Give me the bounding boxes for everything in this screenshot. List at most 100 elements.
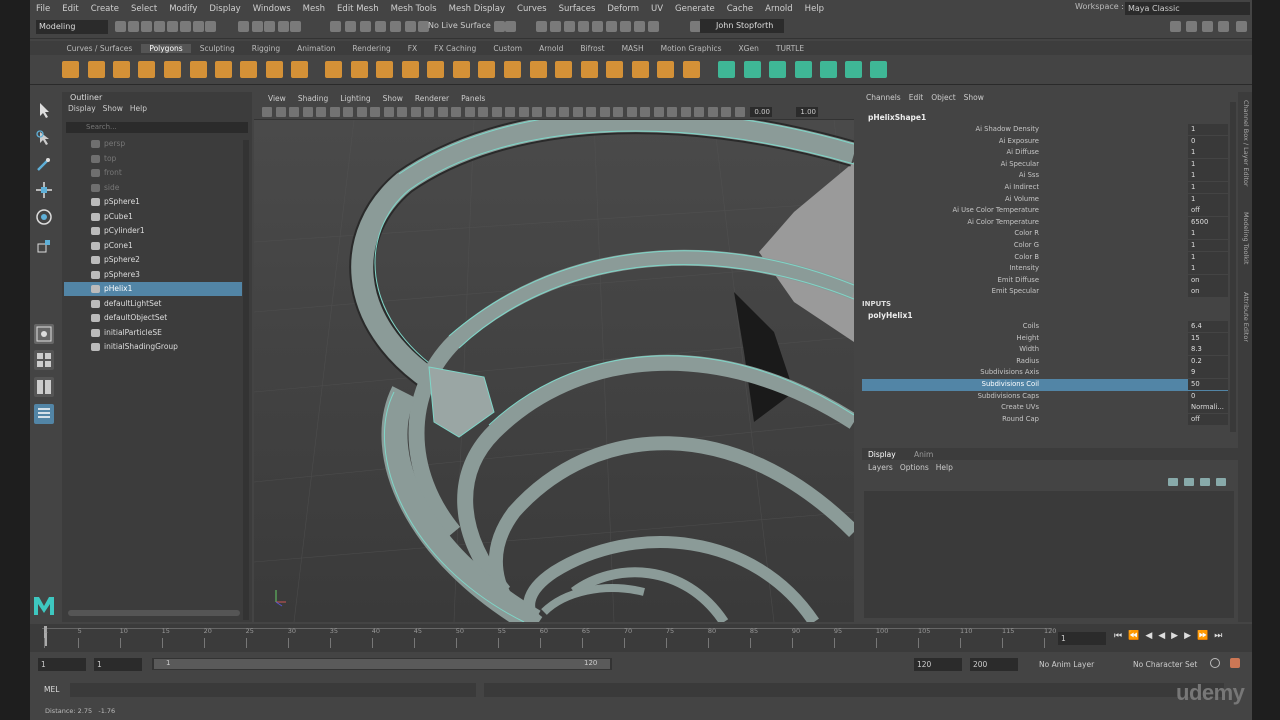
- viewport-tool-icon[interactable]: [302, 107, 313, 117]
- character-set-select[interactable]: No Character Set: [1133, 660, 1197, 669]
- status-tool-icon[interactable]: [154, 21, 165, 32]
- viewport-tool-icon[interactable]: [262, 107, 272, 117]
- channel-round-cap[interactable]: Round Cap off: [862, 413, 1228, 426]
- command-input[interactable]: [70, 683, 476, 697]
- outliner-item-initialparticlese[interactable]: initialParticleSE: [64, 326, 242, 340]
- viewport-tool-icon[interactable]: [410, 107, 421, 117]
- shelf-tool-icon[interactable]: [504, 61, 521, 78]
- menu-create[interactable]: Create: [85, 4, 125, 14]
- far-clip-field[interactable]: 1.00: [796, 107, 818, 117]
- shelf-tool-icon[interactable]: [744, 61, 761, 78]
- input-node-name[interactable]: polyHelix1: [868, 311, 913, 320]
- viewport-tool-icon[interactable]: [316, 107, 326, 117]
- outliner-item-psphere1[interactable]: pSphere1: [64, 195, 242, 209]
- outliner-item-psphere2[interactable]: pSphere2: [64, 253, 242, 267]
- go-to-start-icon[interactable]: ⏮: [1114, 631, 1122, 641]
- viewport-tool-icon[interactable]: [397, 107, 407, 117]
- channel-value[interactable]: 6.4: [1188, 321, 1228, 332]
- viewport-tool-icon[interactable]: [640, 107, 650, 117]
- channel-ai-sss[interactable]: Ai Sss 1: [862, 170, 1228, 182]
- channel-emit-specular[interactable]: Emit Specular on: [862, 286, 1228, 298]
- outliner-scrollbar[interactable]: [243, 140, 249, 620]
- status-tool-icon[interactable]: [1218, 21, 1229, 32]
- status-tool-icon[interactable]: [360, 21, 371, 32]
- channel-ai-volume[interactable]: Ai Volume 1: [862, 193, 1228, 206]
- channel-value[interactable]: 1: [1188, 263, 1228, 275]
- channel-value[interactable]: 8.3: [1188, 344, 1228, 356]
- channel-box-scrollbar[interactable]: [1230, 102, 1236, 432]
- shelf-tab-animation[interactable]: Animation: [289, 44, 344, 53]
- channel-value[interactable]: 1: [1188, 182, 1228, 193]
- channel-value[interactable]: 50: [1188, 379, 1228, 390]
- status-tool-icon[interactable]: [592, 21, 603, 32]
- channel-ai-shadow-density[interactable]: Ai Shadow Density 1: [862, 124, 1228, 136]
- channel-menu-edit[interactable]: Edit: [909, 93, 932, 102]
- shelf-tool-icon[interactable]: [240, 61, 257, 78]
- outliner-item-psphere3[interactable]: pSphere3: [64, 268, 242, 282]
- viewport-tool-icon[interactable]: [707, 107, 718, 117]
- outliner-item-pcone1[interactable]: pCone1: [64, 239, 242, 253]
- viewport-tool-icon[interactable]: [734, 107, 745, 117]
- layer-menu-layers[interactable]: Layers: [868, 463, 900, 472]
- viewport-tool-icon[interactable]: [599, 107, 610, 117]
- shelf-tab-polygons[interactable]: Polygons: [140, 43, 192, 53]
- channel-menu-show[interactable]: Show: [964, 93, 992, 102]
- start-time-field[interactable]: 1: [38, 658, 86, 671]
- status-tool-icon[interactable]: [634, 21, 645, 32]
- viewport-tool-icon[interactable]: [451, 107, 461, 117]
- menu-cache[interactable]: Cache: [721, 4, 759, 14]
- status-tool-icon[interactable]: [252, 21, 263, 32]
- shelf-tool-icon[interactable]: [427, 61, 444, 78]
- menu-help[interactable]: Help: [799, 4, 830, 14]
- status-tool-icon[interactable]: [578, 21, 589, 32]
- menu-generate[interactable]: Generate: [669, 4, 721, 14]
- tab-anim[interactable]: Anim: [914, 450, 933, 459]
- channel-ai-indirect[interactable]: Ai Indirect 1: [862, 182, 1228, 194]
- single-pane-icon[interactable]: [34, 324, 54, 344]
- status-tool-icon[interactable]: [128, 21, 139, 32]
- step-back-key-icon[interactable]: ⏪: [1128, 631, 1139, 641]
- status-tool-icon[interactable]: [1236, 21, 1247, 32]
- status-tool-icon[interactable]: [505, 21, 516, 32]
- shelf-tool-icon[interactable]: [769, 61, 786, 78]
- shelf-tab-fx[interactable]: FX: [399, 44, 425, 53]
- channel-value[interactable]: 15: [1188, 332, 1228, 344]
- outliner-item-persp[interactable]: persp: [64, 137, 242, 151]
- status-tool-icon[interactable]: [620, 21, 631, 32]
- viewport-tool-icon[interactable]: [343, 107, 353, 117]
- shelf-tab-custom[interactable]: Custom: [485, 44, 531, 53]
- side-tab-channel-box-layer-editor[interactable]: Channel Box / Layer Editor: [1242, 100, 1250, 187]
- shelf-tool-icon[interactable]: [581, 61, 598, 78]
- menu-file[interactable]: File: [30, 4, 56, 14]
- workspace-select[interactable]: Maya Classic: [1125, 2, 1250, 15]
- status-tool-icon[interactable]: [205, 21, 216, 32]
- menu-mesh-tools[interactable]: Mesh Tools: [385, 4, 443, 14]
- channel-height[interactable]: Height 15: [862, 332, 1228, 345]
- shelf-tool-icon[interactable]: [870, 61, 887, 78]
- side-by-side-icon[interactable]: [34, 377, 54, 397]
- viewport-tool-icon[interactable]: [424, 107, 434, 117]
- status-tool-icon[interactable]: [1202, 21, 1213, 32]
- four-pane-icon[interactable]: [34, 350, 54, 370]
- shelf-tab-rendering[interactable]: Rendering: [344, 44, 399, 53]
- outliner-item-pcube1[interactable]: pCube1: [64, 210, 242, 224]
- current-frame-field[interactable]: 1: [1058, 632, 1106, 645]
- channel-value[interactable]: 1: [1188, 193, 1228, 205]
- rotate-tool-icon[interactable]: [34, 207, 54, 227]
- shelf-tab-arnold[interactable]: Arnold: [531, 44, 572, 53]
- outliner-hscrollbar[interactable]: [68, 610, 240, 616]
- layer-menu-help[interactable]: Help: [936, 463, 960, 472]
- layer-list[interactable]: [864, 491, 1234, 618]
- status-tool-icon[interactable]: [375, 21, 386, 32]
- viewport-tool-icon[interactable]: [559, 107, 569, 117]
- menu-select[interactable]: Select: [125, 4, 163, 14]
- channel-subdivisions-axis[interactable]: Subdivisions Axis 9: [862, 367, 1228, 379]
- move-layer-down-icon[interactable]: [1184, 478, 1194, 486]
- viewport-persp[interactable]: View Shading Lighting Show Renderer Panels: [254, 92, 854, 622]
- shape-node-name[interactable]: pHelixShape1: [868, 113, 926, 122]
- channel-menu-object[interactable]: Object: [931, 93, 963, 102]
- shelf-tool-icon[interactable]: [795, 61, 812, 78]
- channel-value[interactable]: 1: [1188, 240, 1228, 251]
- step-back-frame-icon[interactable]: ◀: [1145, 631, 1152, 641]
- channel-ai-exposure[interactable]: Ai Exposure 0: [862, 135, 1228, 148]
